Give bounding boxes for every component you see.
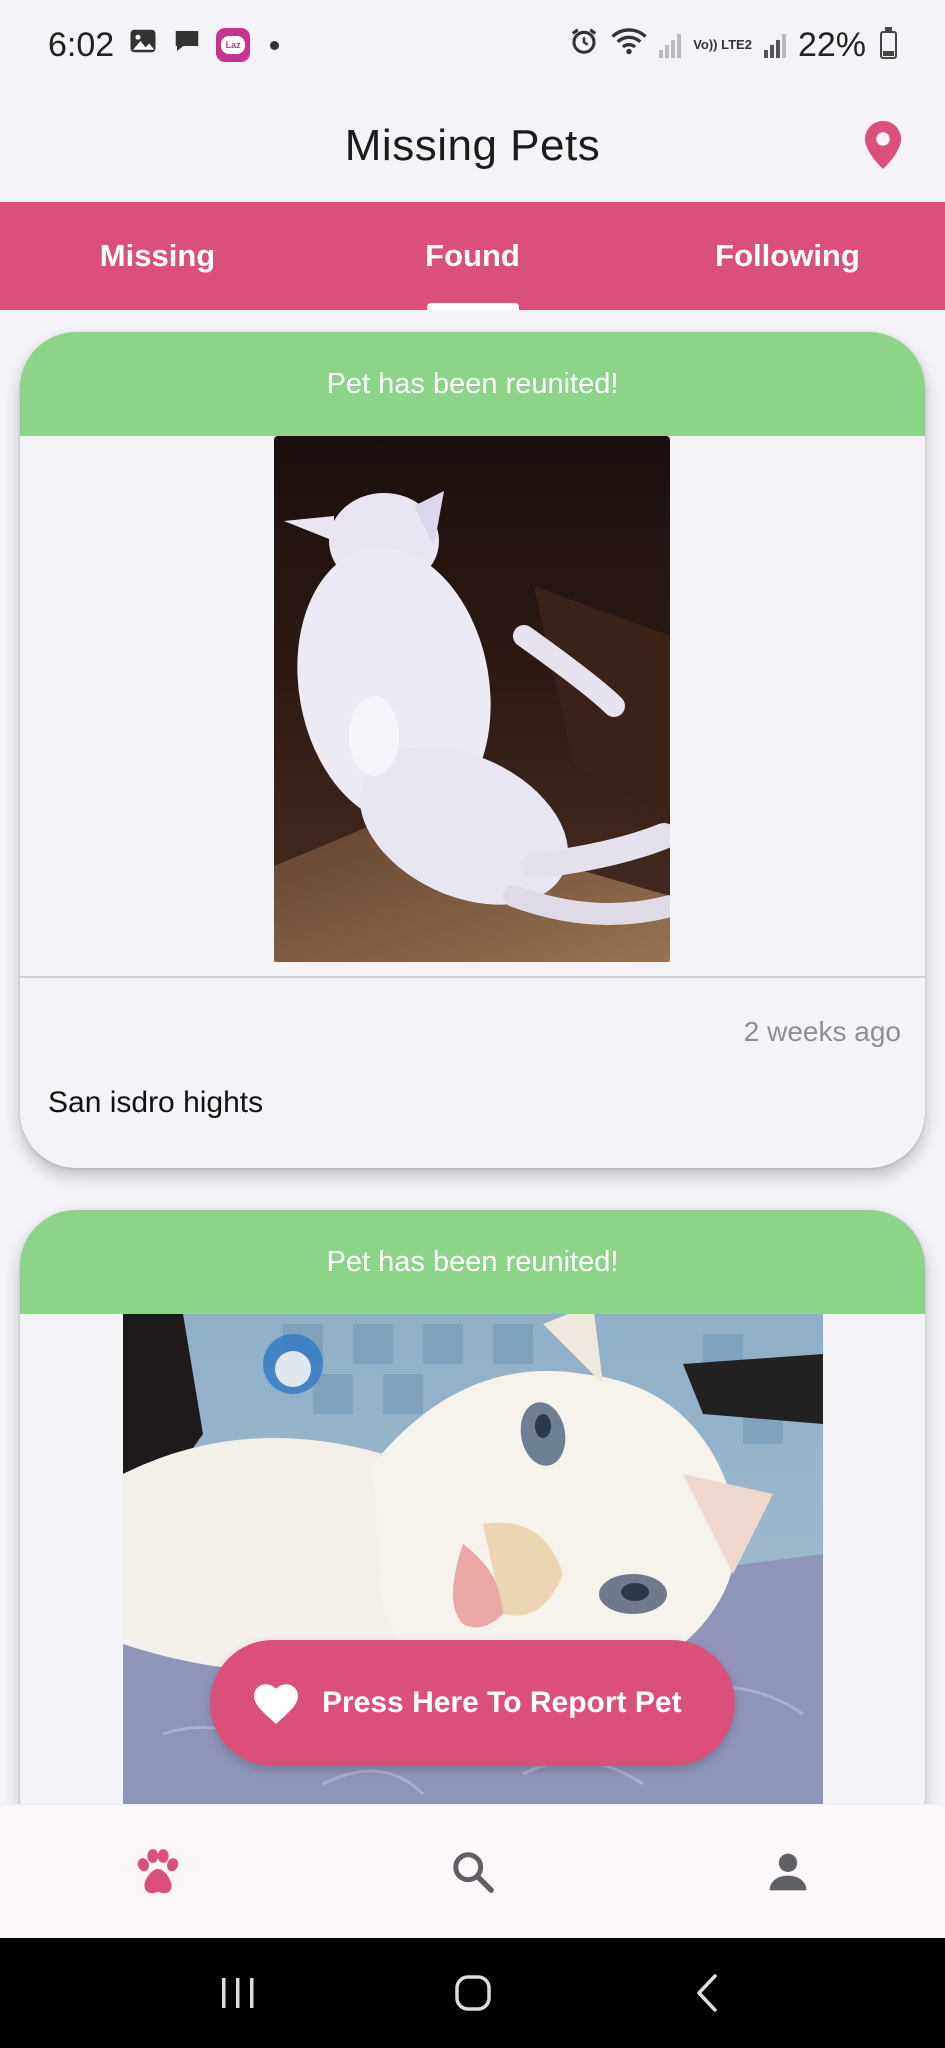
recent-apps-button[interactable] [198, 1953, 278, 2033]
pet-card[interactable]: Pet has been reunited! [20, 332, 925, 1168]
report-pet-label: Press Here To Report Pet [322, 1686, 682, 1719]
post-time: 2 weeks ago [743, 1016, 901, 1047]
more-notifications-dot-icon [270, 40, 280, 50]
system-nav-bar [0, 1938, 945, 2048]
search-icon [452, 1851, 494, 1893]
pet-feed[interactable]: Pet has been reunited! 2 weeks ago San i… [0, 310, 945, 1804]
app-bar: Missing Pets [0, 90, 945, 202]
reunited-banner: Pet has been reunited! [20, 332, 925, 436]
card-meta: 2 weeks ago San isdro hights [20, 978, 925, 1168]
status-left: 6:02 Laz [48, 25, 280, 65]
pet-location: San isdro hights [48, 1086, 264, 1119]
nav-search[interactable] [315, 1805, 630, 1938]
nav-profile[interactable] [630, 1805, 945, 1938]
alarm-icon [569, 26, 599, 65]
network-type-label: Vo)) LTE2 [693, 37, 752, 52]
page-title: Missing Pets [344, 121, 601, 170]
battery-percent: 22% [797, 25, 866, 64]
location-button[interactable] [853, 110, 913, 180]
battery-icon [880, 27, 897, 59]
signal-2-icon [763, 32, 786, 58]
location-pin-icon [865, 121, 901, 169]
status-bar: 6:02 Laz Vo)) LTE2 22% [0, 0, 945, 90]
signal-1-icon [659, 32, 682, 58]
status-right: Vo)) LTE2 22% [569, 26, 897, 65]
heart-icon [254, 1684, 298, 1724]
report-pet-button[interactable]: Press Here To Report Pet [210, 1640, 735, 1766]
tab-following[interactable]: Following [630, 202, 945, 310]
wifi-icon [611, 26, 647, 65]
gallery-notification-icon [128, 26, 158, 65]
chat-notification-icon [172, 26, 202, 65]
pet-photo[interactable] [274, 436, 670, 962]
status-time: 6:02 [48, 25, 115, 64]
lazada-notification-icon: Laz [216, 28, 251, 62]
tab-found[interactable]: Found [315, 202, 630, 310]
reunited-banner: Pet has been reunited! [20, 1210, 925, 1314]
back-button[interactable] [668, 1953, 748, 2033]
recent-apps-icon [221, 1978, 253, 2008]
paw-icon [137, 1848, 178, 1893]
home-button[interactable] [433, 1953, 513, 2033]
home-icon [454, 1975, 491, 2011]
pet-photo-container [20, 436, 925, 976]
tab-bar: Missing Found Following [0, 202, 945, 310]
person-icon [769, 1853, 806, 1890]
nav-pets[interactable] [0, 1805, 315, 1938]
tab-missing[interactable]: Missing [0, 202, 315, 310]
bottom-nav [0, 1804, 945, 1938]
back-icon [696, 1974, 717, 2012]
